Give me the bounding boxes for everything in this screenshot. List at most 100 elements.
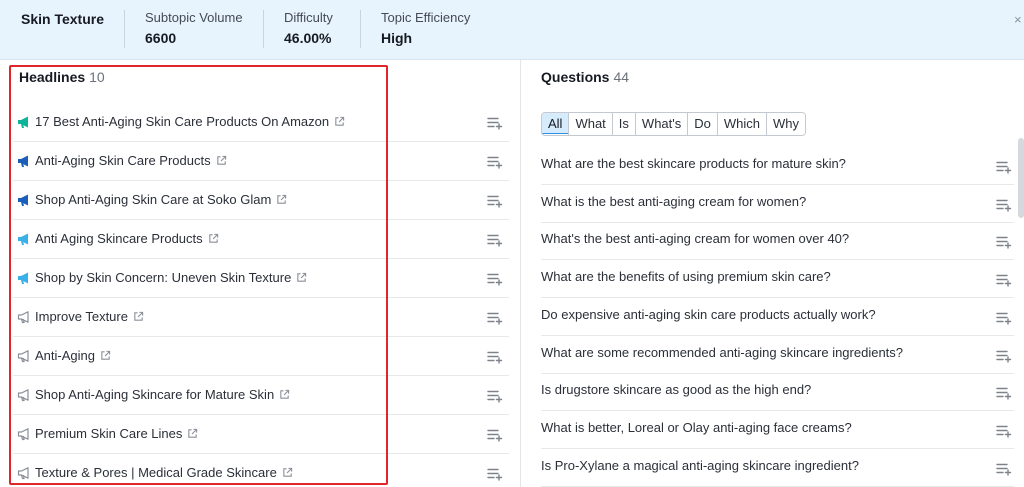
question-text[interactable]: What's the best anti-aging cream for wom… — [541, 231, 849, 246]
question-text[interactable]: Is drugstore skincare as good as the hig… — [541, 382, 811, 397]
headline-text: Anti Aging Skincare Products — [35, 231, 203, 246]
headline-text: Shop Anti-Aging Skincare for Mature Skin — [35, 387, 275, 402]
add-to-list-icon[interactable] — [487, 311, 503, 325]
scrollbar-thumb[interactable] — [1018, 138, 1024, 218]
add-to-list-icon[interactable] — [487, 467, 503, 481]
question-row: What is better, Loreal or Olay anti-agin… — [541, 411, 1014, 449]
external-link-icon[interactable] — [208, 232, 219, 243]
headline-link[interactable]: Premium Skin Care Lines — [35, 426, 198, 441]
add-to-list-icon[interactable] — [487, 155, 503, 169]
megaphone-icon — [17, 115, 31, 129]
add-to-list-icon[interactable] — [487, 350, 503, 364]
metric-value: 6600 — [145, 30, 177, 46]
question-row: What are the benefits of using premium s… — [541, 260, 1014, 299]
headline-link[interactable]: Anti-Aging Skin Care Products — [35, 153, 227, 168]
add-to-list-icon[interactable] — [996, 386, 1012, 400]
headline-link[interactable]: Shop Anti-Aging Skincare for Mature Skin — [35, 387, 290, 402]
filter-tab[interactable]: All — [542, 113, 570, 134]
metric-subtopic-volume: Subtopic Volume 6600 — [145, 10, 243, 46]
headline-row: Shop by Skin Concern: Uneven Skin Textur… — [13, 259, 509, 298]
question-text[interactable]: What is better, Loreal or Olay anti-agin… — [541, 420, 852, 435]
headline-link[interactable]: 17 Best Anti-Aging Skin Care Products On… — [35, 114, 345, 129]
metric-label: Topic Efficiency — [381, 10, 471, 25]
question-text[interactable]: What are the best skincare products for … — [541, 156, 846, 171]
headline-row: Anti-Aging — [13, 337, 509, 376]
headline-row: Premium Skin Care Lines — [13, 415, 509, 454]
topic-title: Skin Texture — [21, 11, 104, 27]
filter-tab[interactable]: Why — [766, 113, 805, 135]
question-text[interactable]: What are some recommended anti-aging ski… — [541, 345, 903, 360]
headline-row: 17 Best Anti-Aging Skin Care Products On… — [13, 103, 509, 142]
add-to-list-icon[interactable] — [487, 233, 503, 247]
filter-tab[interactable]: Which — [716, 113, 766, 135]
question-text[interactable]: Do expensive anti-aging skin care produc… — [541, 307, 876, 322]
questions-count: 44 — [613, 69, 630, 85]
metric-value: 46.00% — [284, 30, 332, 46]
external-link-icon[interactable] — [100, 349, 111, 360]
external-link-icon[interactable] — [279, 388, 290, 399]
headline-text: Shop by Skin Concern: Uneven Skin Textur… — [35, 270, 292, 285]
add-to-list-icon[interactable] — [487, 428, 503, 442]
question-row: What is the best anti-aging cream for wo… — [541, 185, 1014, 223]
filter-tab[interactable]: What's — [634, 113, 688, 135]
headline-row: Texture & Pores | Medical Grade Skincare — [13, 454, 509, 487]
megaphone-icon — [17, 271, 31, 285]
headline-link[interactable]: Anti Aging Skincare Products — [35, 231, 219, 246]
add-to-list-icon[interactable] — [487, 389, 503, 403]
add-to-list-icon[interactable] — [996, 198, 1012, 212]
question-row: Is Pro-Xylane a magical anti-aging skinc… — [541, 449, 1014, 487]
metric-label: Subtopic Volume — [145, 10, 243, 25]
external-link-icon[interactable] — [187, 427, 198, 438]
add-to-list-icon[interactable] — [487, 272, 503, 286]
add-to-list-icon[interactable] — [487, 116, 503, 130]
headline-link[interactable]: Improve Texture — [35, 309, 144, 324]
add-to-list-icon[interactable] — [487, 194, 503, 208]
question-text[interactable]: Is Pro-Xylane a magical anti-aging skinc… — [541, 458, 859, 473]
headline-row: Shop Anti-Aging Skin Care at Soko Glam — [13, 181, 509, 220]
question-row: What are some recommended anti-aging ski… — [541, 336, 1014, 374]
megaphone-icon — [17, 154, 31, 168]
headline-text: Anti-Aging — [35, 348, 95, 363]
headline-row: Anti Aging Skincare Products — [13, 220, 509, 259]
question-row: Do expensive anti-aging skin care produc… — [541, 298, 1014, 336]
add-to-list-icon[interactable] — [996, 235, 1012, 250]
megaphone-outline-icon — [17, 349, 31, 363]
close-icon[interactable]: × — [1014, 12, 1024, 27]
questions-title: Questions 44 — [541, 69, 629, 85]
megaphone-outline-icon — [17, 388, 31, 402]
external-link-icon[interactable] — [296, 271, 307, 282]
external-link-icon[interactable] — [334, 115, 345, 126]
headline-text: Texture & Pores | Medical Grade Skincare — [35, 465, 277, 480]
external-link-icon[interactable] — [276, 193, 287, 204]
add-to-list-icon[interactable] — [996, 273, 1012, 287]
headline-text: Premium Skin Care Lines — [35, 426, 183, 441]
headline-link[interactable]: Texture & Pores | Medical Grade Skincare — [35, 465, 293, 480]
question-text[interactable]: What is the best anti-aging cream for wo… — [541, 194, 806, 209]
headlines-count: 10 — [89, 69, 105, 85]
add-to-list-icon[interactable] — [996, 160, 1012, 174]
filter-tab[interactable]: Do — [687, 113, 717, 135]
filter-tab[interactable]: Is — [611, 113, 635, 135]
headline-link[interactable]: Anti-Aging — [35, 348, 111, 363]
question-row: Is drugstore skincare as good as the hig… — [541, 373, 1014, 412]
metric-label: Difficulty — [284, 10, 333, 25]
divider — [263, 10, 264, 48]
headline-text: Improve Texture — [35, 309, 128, 324]
question-row: What's the best anti-aging cream for wom… — [541, 222, 1014, 261]
external-link-icon[interactable] — [282, 466, 293, 477]
add-to-list-icon[interactable] — [996, 424, 1012, 438]
add-to-list-icon[interactable] — [996, 462, 1012, 476]
megaphone-outline-icon — [17, 427, 31, 441]
headline-row: Improve Texture — [13, 298, 509, 337]
questions-label: Questions — [541, 69, 610, 85]
filter-tab[interactable]: What — [568, 113, 612, 135]
headline-row: Anti-Aging Skin Care Products — [13, 142, 509, 181]
add-to-list-icon[interactable] — [996, 349, 1012, 363]
question-filter-group: All What Is What's Do Which Why — [541, 112, 806, 136]
external-link-icon[interactable] — [133, 310, 144, 321]
add-to-list-icon[interactable] — [996, 311, 1012, 325]
question-text[interactable]: What are the benefits of using premium s… — [541, 269, 831, 284]
headline-link[interactable]: Shop Anti-Aging Skin Care at Soko Glam — [35, 192, 287, 207]
headline-link[interactable]: Shop by Skin Concern: Uneven Skin Textur… — [35, 270, 307, 285]
external-link-icon[interactable] — [216, 154, 227, 165]
